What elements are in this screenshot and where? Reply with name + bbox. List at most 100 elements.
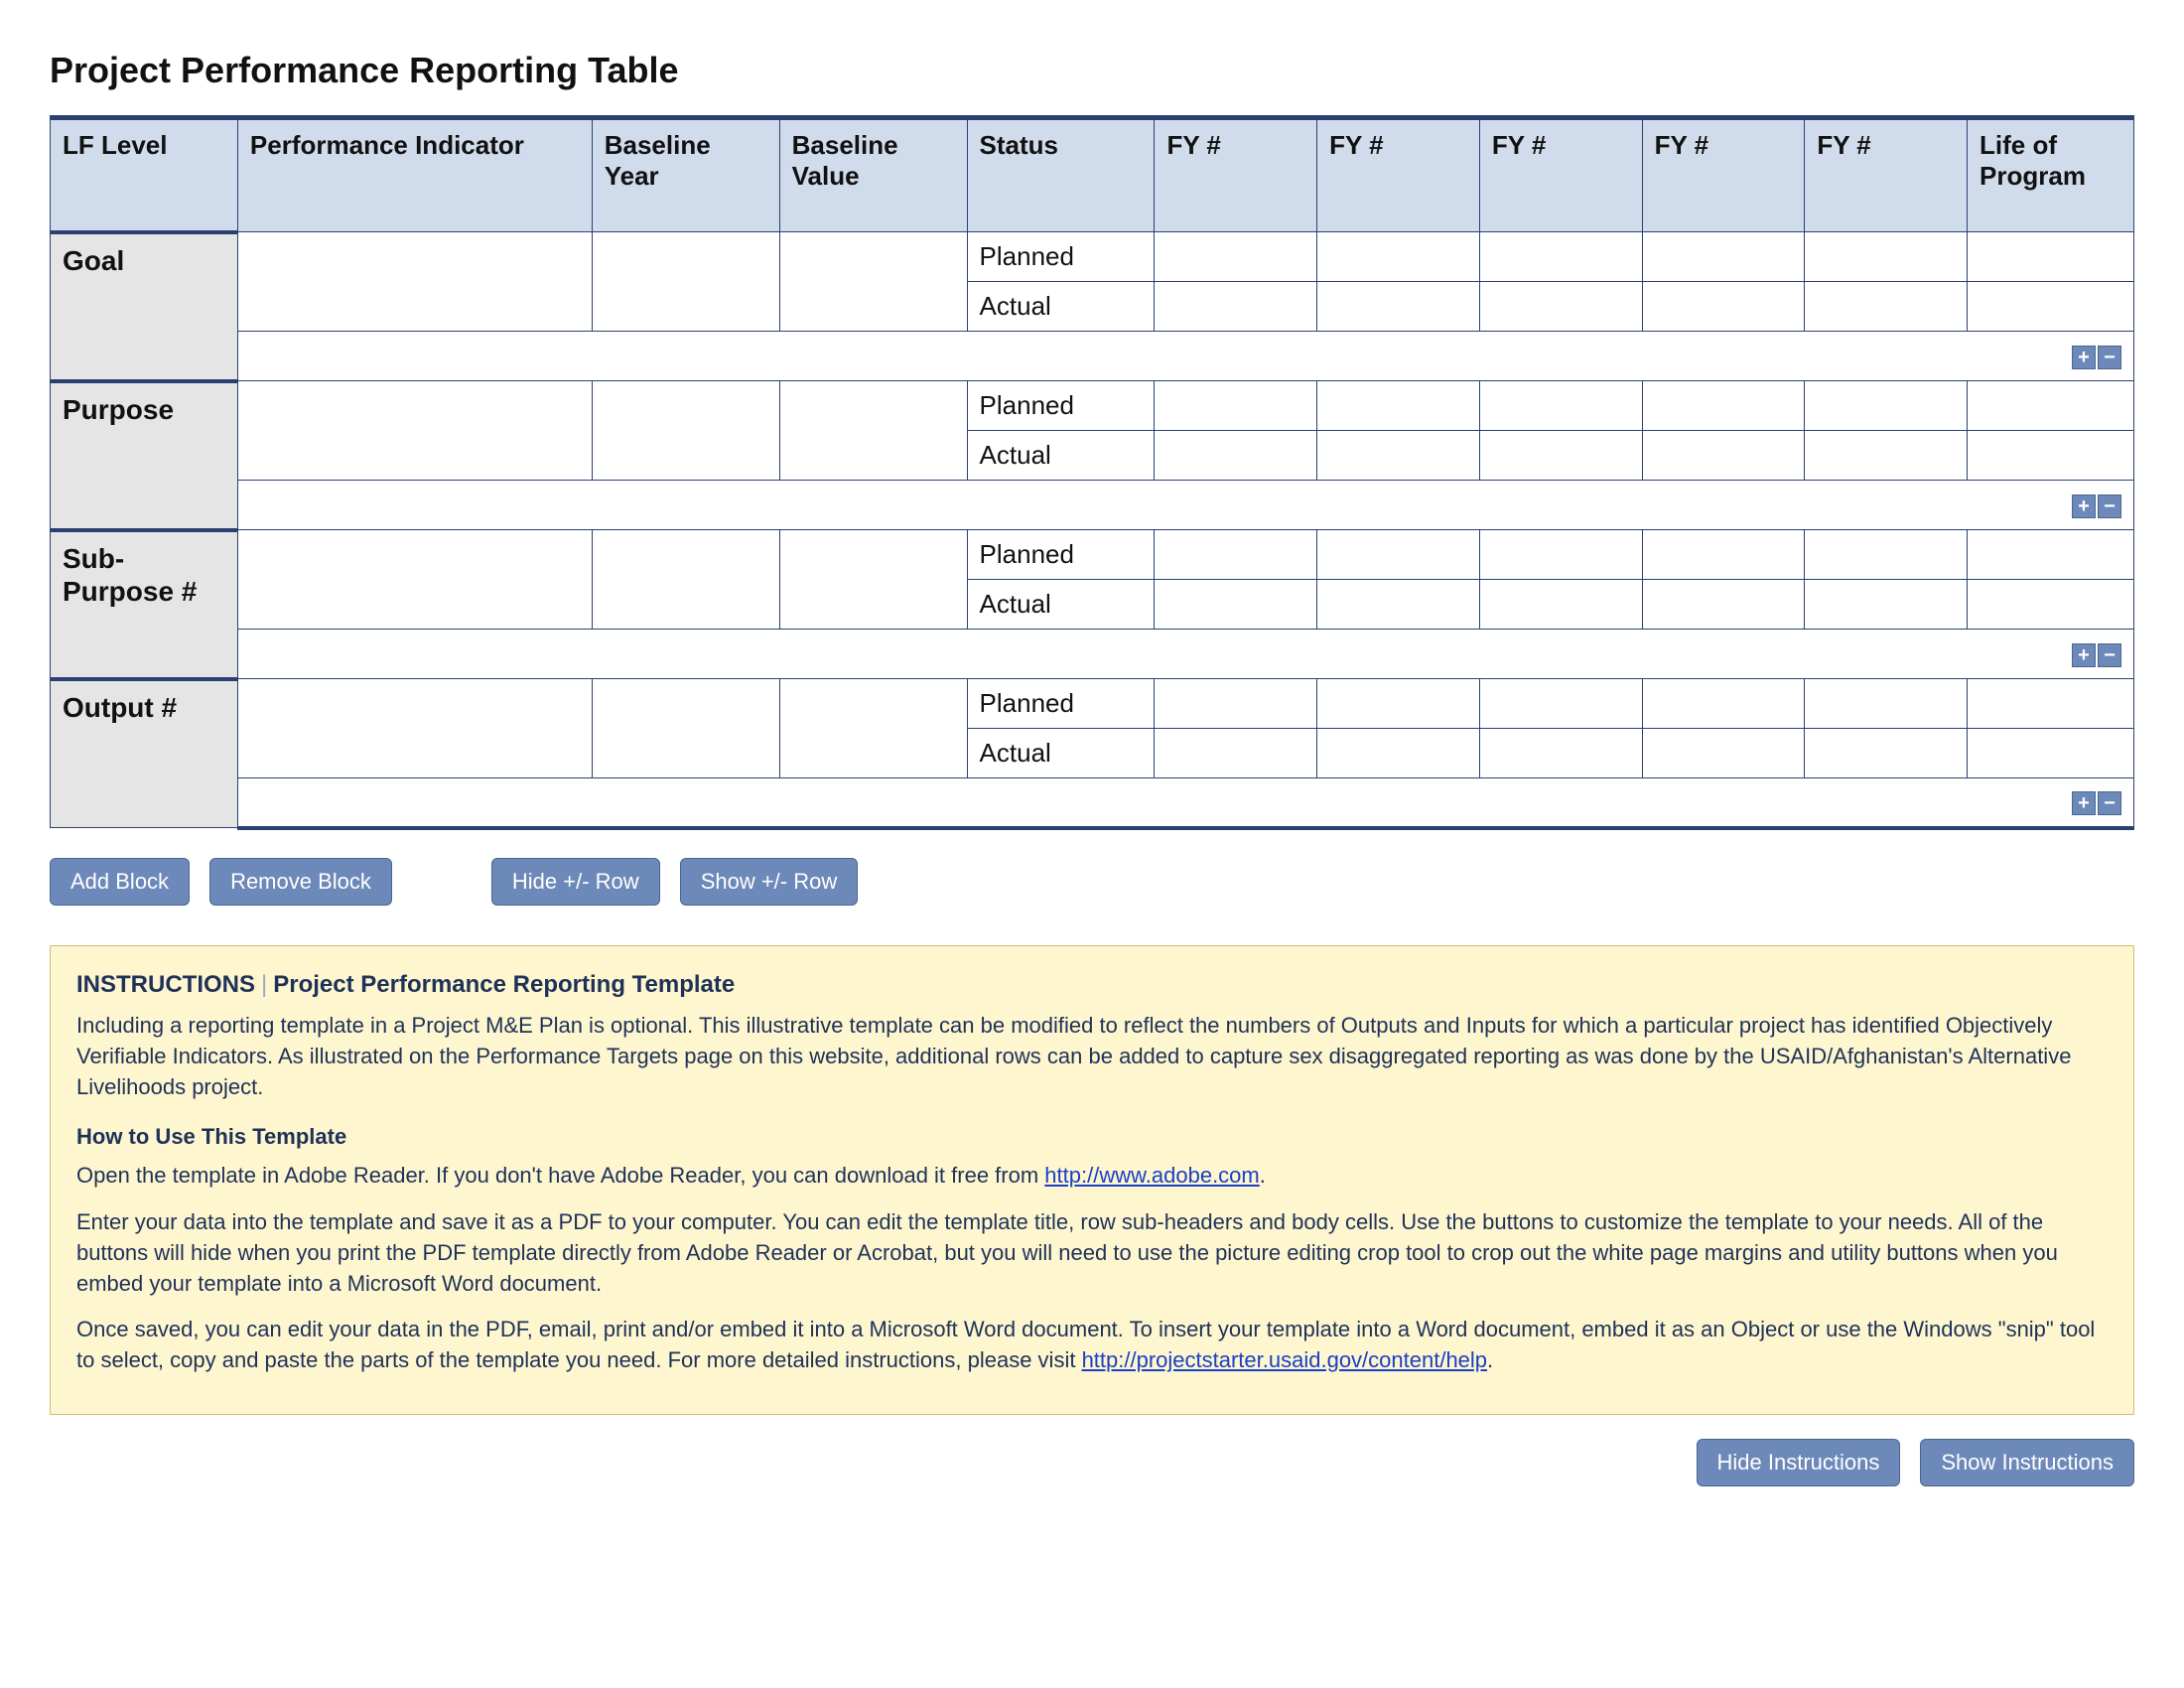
- instructions-paragraph: Enter your data into the template and sa…: [76, 1207, 2108, 1299]
- add-row-button[interactable]: +: [2072, 791, 2096, 815]
- cell[interactable]: [1642, 580, 1805, 630]
- cell[interactable]: [1317, 530, 1480, 580]
- cell[interactable]: [237, 232, 592, 332]
- remove-row-button[interactable]: −: [2098, 346, 2121, 369]
- cell[interactable]: [592, 232, 779, 332]
- cell[interactable]: [1968, 232, 2134, 282]
- text: Open the template in Adobe Reader. If yo…: [76, 1163, 1044, 1188]
- footer-button-bar: Hide Instructions Show Instructions: [50, 1439, 2134, 1486]
- cell[interactable]: [1968, 679, 2134, 729]
- cell[interactable]: [1642, 729, 1805, 778]
- cell[interactable]: [1317, 232, 1480, 282]
- cell[interactable]: [1968, 729, 2134, 778]
- cell[interactable]: [1805, 580, 1968, 630]
- add-block-button[interactable]: Add Block: [50, 858, 190, 906]
- cell[interactable]: [1968, 381, 2134, 431]
- row-controls: +−: [237, 630, 2133, 679]
- cell[interactable]: [1317, 381, 1480, 431]
- cell[interactable]: [779, 679, 967, 778]
- col-fy2: FY #: [1317, 118, 1480, 232]
- remove-block-button[interactable]: Remove Block: [209, 858, 392, 906]
- cell[interactable]: [1805, 232, 1968, 282]
- cell[interactable]: [1155, 431, 1317, 481]
- cell[interactable]: [1642, 679, 1805, 729]
- cell[interactable]: [1155, 381, 1317, 431]
- lf-output[interactable]: Output #: [51, 679, 238, 828]
- instructions-paragraph: Once saved, you can edit your data in th…: [76, 1315, 2108, 1376]
- instructions-paragraph: Open the template in Adobe Reader. If yo…: [76, 1161, 2108, 1192]
- lf-purpose[interactable]: Purpose: [51, 381, 238, 530]
- cell[interactable]: [1805, 381, 1968, 431]
- instructions-title: Project Performance Reporting Template: [273, 971, 735, 998]
- cell[interactable]: [592, 679, 779, 778]
- remove-row-button[interactable]: −: [2098, 494, 2121, 518]
- adobe-link[interactable]: http://www.adobe.com: [1044, 1163, 1259, 1188]
- cell[interactable]: [1479, 232, 1642, 282]
- cell[interactable]: [1479, 580, 1642, 630]
- cell[interactable]: [1317, 282, 1480, 332]
- cell[interactable]: [1642, 530, 1805, 580]
- cell[interactable]: [1805, 530, 1968, 580]
- status-planned: Planned: [967, 381, 1155, 431]
- cell[interactable]: [1968, 282, 2134, 332]
- instructions-header: INSTRUCTIONS|Project Performance Reporti…: [76, 968, 2108, 1002]
- lf-sub-purpose[interactable]: Sub-Purpose #: [51, 530, 238, 679]
- show-instructions-button[interactable]: Show Instructions: [1920, 1439, 2134, 1486]
- hide-instructions-button[interactable]: Hide Instructions: [1697, 1439, 1901, 1486]
- cell[interactable]: [1642, 381, 1805, 431]
- show-pm-row-button[interactable]: Show +/- Row: [680, 858, 859, 906]
- row-controls: +−: [237, 332, 2133, 381]
- hide-pm-row-button[interactable]: Hide +/- Row: [491, 858, 660, 906]
- cell[interactable]: [1479, 729, 1642, 778]
- cell[interactable]: [592, 530, 779, 630]
- col-lf-level: LF Level: [51, 118, 238, 232]
- cell[interactable]: [1155, 232, 1317, 282]
- cell[interactable]: [1479, 282, 1642, 332]
- cell[interactable]: [237, 679, 592, 778]
- col-fy1: FY #: [1155, 118, 1317, 232]
- page-title: Project Performance Reporting Table: [50, 50, 2134, 91]
- cell[interactable]: [1968, 431, 2134, 481]
- cell[interactable]: [1155, 729, 1317, 778]
- cell[interactable]: [592, 381, 779, 481]
- cell[interactable]: [1805, 431, 1968, 481]
- help-link[interactable]: http://projectstarter.usaid.gov/content/…: [1082, 1347, 1487, 1372]
- lf-goal[interactable]: Goal: [51, 232, 238, 381]
- cell[interactable]: [1968, 530, 2134, 580]
- cell[interactable]: [1155, 679, 1317, 729]
- cell[interactable]: [1805, 282, 1968, 332]
- cell[interactable]: [1479, 381, 1642, 431]
- cell[interactable]: [237, 530, 592, 630]
- cell[interactable]: [1155, 530, 1317, 580]
- cell[interactable]: [1479, 530, 1642, 580]
- remove-row-button[interactable]: −: [2098, 643, 2121, 667]
- instructions-subheading: How to Use This Template: [76, 1122, 2108, 1153]
- remove-row-button[interactable]: −: [2098, 791, 2121, 815]
- cell[interactable]: [1805, 679, 1968, 729]
- cell[interactable]: [1317, 679, 1480, 729]
- col-fy3: FY #: [1479, 118, 1642, 232]
- add-row-button[interactable]: +: [2072, 346, 2096, 369]
- cell[interactable]: [1642, 431, 1805, 481]
- cell[interactable]: [1155, 580, 1317, 630]
- text: .: [1487, 1347, 1493, 1372]
- add-row-button[interactable]: +: [2072, 494, 2096, 518]
- cell[interactable]: [1317, 580, 1480, 630]
- cell[interactable]: [237, 381, 592, 481]
- cell[interactable]: [1317, 729, 1480, 778]
- status-actual: Actual: [967, 580, 1155, 630]
- cell[interactable]: [1479, 679, 1642, 729]
- status-actual: Actual: [967, 729, 1155, 778]
- add-row-button[interactable]: +: [2072, 643, 2096, 667]
- cell[interactable]: [779, 530, 967, 630]
- cell[interactable]: [779, 381, 967, 481]
- cell[interactable]: [1155, 282, 1317, 332]
- col-baseline-year: Baseline Year: [592, 118, 779, 232]
- cell[interactable]: [1968, 580, 2134, 630]
- cell[interactable]: [1317, 431, 1480, 481]
- cell[interactable]: [1642, 232, 1805, 282]
- cell[interactable]: [1805, 729, 1968, 778]
- cell[interactable]: [779, 232, 967, 332]
- cell[interactable]: [1642, 282, 1805, 332]
- cell[interactable]: [1479, 431, 1642, 481]
